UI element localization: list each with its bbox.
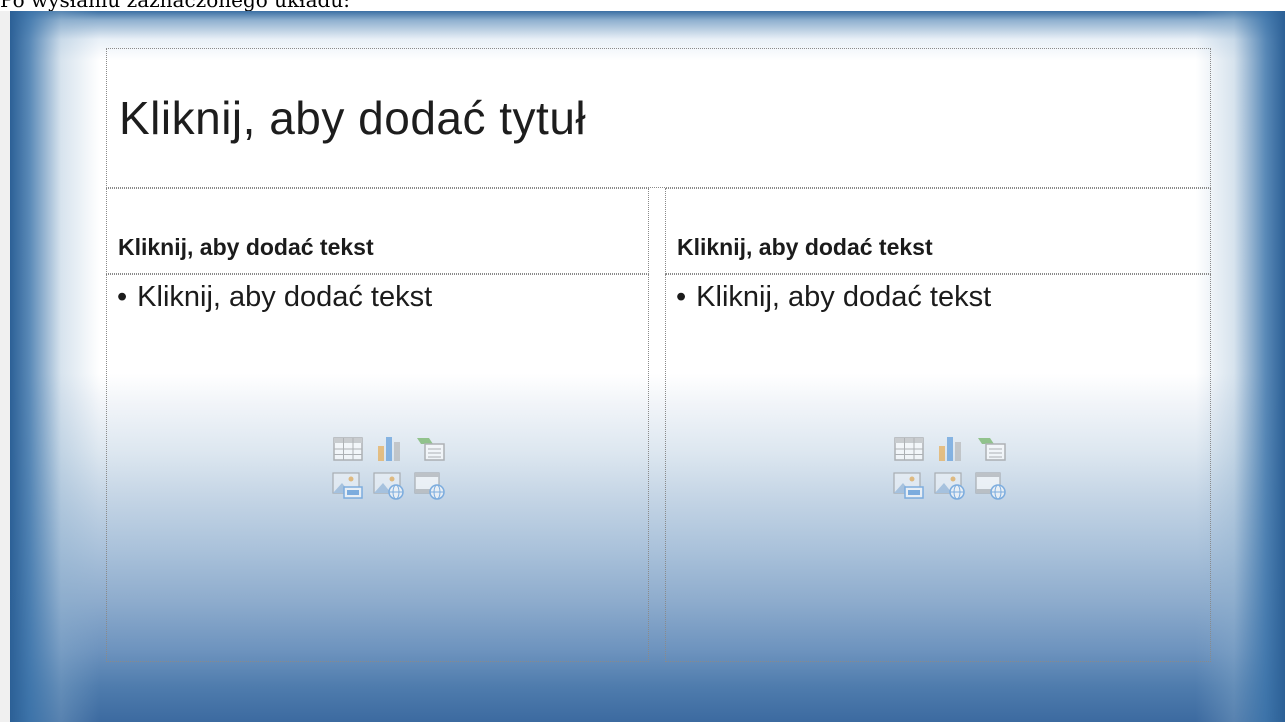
right-insert-icons <box>882 434 1008 504</box>
table-icon[interactable] <box>892 434 926 464</box>
smartart-icon[interactable] <box>974 434 1008 464</box>
picture-icon[interactable] <box>892 470 926 500</box>
right-bullet-line: • Kliknij, aby dodać tekst <box>676 281 991 314</box>
right-heading-placeholder[interactable]: Kliknij, aby dodać tekst <box>665 188 1211 274</box>
bullet-icon: • <box>676 281 687 313</box>
left-heading-placeholder[interactable]: Kliknij, aby dodać tekst <box>106 188 649 274</box>
title-placeholder[interactable]: Kliknij, aby dodać tytuł <box>106 48 1211 188</box>
table-icon[interactable] <box>331 434 365 464</box>
chart-icon[interactable] <box>933 434 967 464</box>
video-icon[interactable] <box>974 470 1008 500</box>
title-placeholder-text: Kliknij, aby dodać tytuł <box>119 92 587 144</box>
left-body-text: Kliknij, aby dodać tekst <box>137 281 433 313</box>
bullet-icon: • <box>117 281 128 313</box>
picture-icon[interactable] <box>331 470 365 500</box>
left-content-placeholder[interactable]: • Kliknij, aby dodać tekst <box>106 274 649 662</box>
right-body-text: Kliknij, aby dodać tekst <box>696 281 992 313</box>
smartart-icon[interactable] <box>413 434 447 464</box>
right-heading-text: Kliknij, aby dodać tekst <box>677 234 933 260</box>
right-content-placeholder[interactable]: • Kliknij, aby dodać tekst <box>665 274 1211 662</box>
slide-canvas[interactable]: Kliknij, aby dodać tytuł Kliknij, aby do… <box>10 11 1285 722</box>
online-picture-icon[interactable] <box>933 470 967 500</box>
online-picture-icon[interactable] <box>372 470 406 500</box>
left-insert-icons <box>321 434 447 504</box>
video-icon[interactable] <box>413 470 447 500</box>
left-heading-text: Kliknij, aby dodać tekst <box>118 234 374 260</box>
page-caption: Po wysłaniu zaznaczonego układu: <box>0 0 350 12</box>
chart-icon[interactable] <box>372 434 406 464</box>
left-bullet-line: • Kliknij, aby dodać tekst <box>117 281 432 314</box>
left-gutter <box>0 11 10 722</box>
